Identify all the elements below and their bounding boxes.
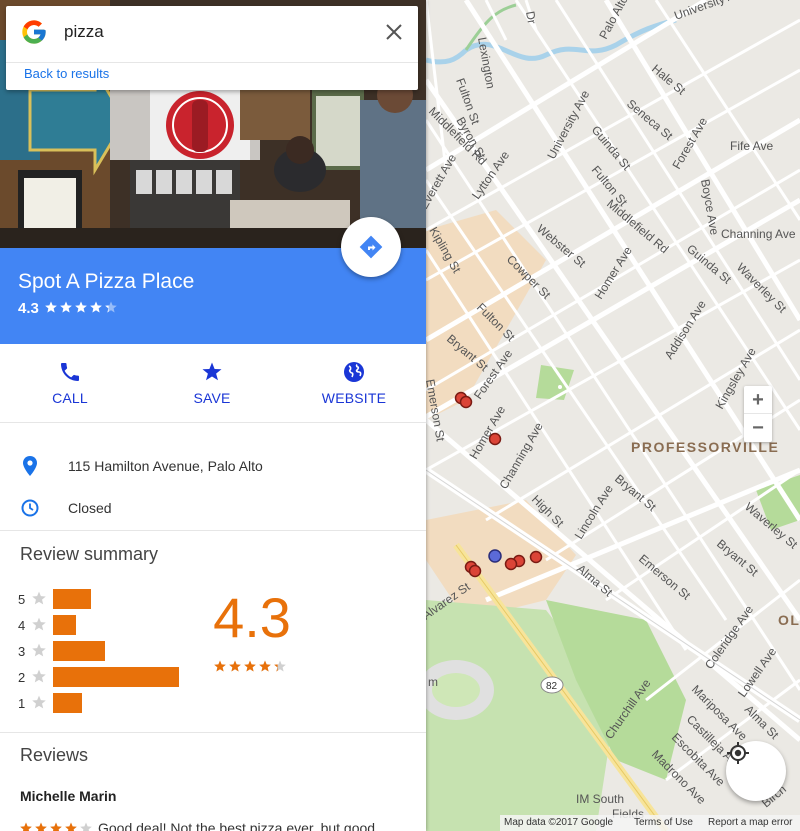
call-label: CALL xyxy=(52,390,88,406)
star-icon xyxy=(32,643,46,657)
star-icon xyxy=(90,301,102,313)
address-text: 115 Hamilton Avenue, Palo Alto xyxy=(68,458,263,474)
header-rating-stars xyxy=(45,301,117,313)
star-icon xyxy=(32,591,46,605)
terms-of-use-link[interactable]: Terms of Use xyxy=(634,817,693,828)
location-pin-icon xyxy=(23,456,37,476)
rating-bar xyxy=(53,693,82,713)
average-rating: 4.3 xyxy=(213,586,291,649)
rating-bar-row: 4 xyxy=(18,615,218,635)
route-number: 82 xyxy=(546,681,558,692)
zoom-control: + − xyxy=(744,386,772,442)
street-label: Fife Ave xyxy=(730,139,773,153)
star-icon xyxy=(244,660,256,672)
star-icon xyxy=(32,695,46,709)
directions-icon xyxy=(359,235,383,259)
street-label: Channing Ave xyxy=(721,227,796,241)
rating-bar xyxy=(53,641,105,661)
search-card: Back to results xyxy=(6,6,418,90)
rating-bar-row: 3 xyxy=(18,641,218,661)
star-icon xyxy=(60,301,72,313)
review-summary-heading: Review summary xyxy=(20,544,159,564)
clock-icon xyxy=(21,499,39,517)
rating-bar xyxy=(53,615,76,635)
website-button[interactable]: WEBSITE xyxy=(299,360,409,406)
rating-bar xyxy=(53,667,179,687)
call-button[interactable]: CALL xyxy=(15,360,125,406)
crosshair-icon xyxy=(727,742,749,764)
search-input[interactable] xyxy=(64,18,364,46)
section-divider xyxy=(0,732,426,733)
street-label: Dr xyxy=(523,10,539,25)
star-icon xyxy=(65,822,77,831)
star-icon xyxy=(229,660,241,672)
website-label: WEBSITE xyxy=(321,390,387,406)
rating-bar-label: 5 xyxy=(18,592,26,607)
street-label: Channing Ave xyxy=(496,420,546,492)
star-icon xyxy=(50,822,62,831)
reviews-heading: Reviews xyxy=(20,745,89,765)
street-label: Homer Ave xyxy=(466,403,508,461)
star-icon xyxy=(105,301,117,313)
rating-bar-label: 1 xyxy=(18,696,26,711)
rating-bar-row: 2 xyxy=(18,667,218,687)
action-bar: CALL SAVE WEBSITE xyxy=(0,344,426,423)
map-footer: Map data ©2017 Google Terms of Use Repor… xyxy=(500,815,800,831)
hours-status: Closed xyxy=(68,500,112,516)
place-title: Spot A Pizza Place xyxy=(18,270,195,293)
map-canvas[interactable]: 82 University Ave Palo Alto Lexington Dr Ful… xyxy=(426,0,800,831)
review-rating-stars xyxy=(20,822,92,831)
place-panel: Back to results Spot A Pizza Place 4.3 C… xyxy=(0,0,426,831)
section-divider xyxy=(0,530,426,531)
star-icon xyxy=(202,362,222,381)
directions-button[interactable] xyxy=(341,217,401,277)
phone-icon xyxy=(61,363,79,381)
rating-bar-label: 4 xyxy=(18,618,26,633)
globe-icon xyxy=(344,362,364,382)
rating-bar-row: 1 xyxy=(18,693,218,713)
street-label: Homer Ave xyxy=(592,244,635,302)
search-bar xyxy=(6,6,418,58)
back-to-results-link[interactable]: Back to results xyxy=(24,66,109,81)
street-label: Coleridge Ave xyxy=(702,602,756,671)
rating-bar-row: 5 xyxy=(18,589,218,609)
close-icon[interactable] xyxy=(382,20,406,44)
place-label: IM South xyxy=(576,792,624,806)
street-label: University Ave xyxy=(672,0,748,23)
star-icon xyxy=(274,660,286,672)
star-icon xyxy=(75,301,87,313)
star-icon xyxy=(80,822,92,831)
search-divider xyxy=(6,62,418,63)
address-row[interactable]: 115 Hamilton Avenue, Palo Alto xyxy=(0,446,426,488)
star-icon xyxy=(45,301,57,313)
my-location-button[interactable] xyxy=(726,741,786,801)
save-button[interactable]: SAVE xyxy=(157,360,267,406)
maps-app: Back to results Spot A Pizza Place 4.3 C… xyxy=(0,0,800,831)
star-icon xyxy=(35,822,47,831)
star-icon xyxy=(32,669,46,683)
average-rating-stars xyxy=(214,660,286,672)
header-rating-value: 4.3 xyxy=(18,300,39,317)
map-data-attribution: Map data ©2017 Google xyxy=(504,817,614,828)
rating-bar xyxy=(53,589,91,609)
star-icon xyxy=(259,660,271,672)
save-label: SAVE xyxy=(193,390,231,406)
zoom-out-button[interactable]: − xyxy=(744,414,772,442)
report-map-error-link[interactable]: Report a map error xyxy=(708,817,792,828)
star-icon xyxy=(20,822,32,831)
street-label: Addison Ave xyxy=(662,298,709,362)
neighborhood-label: OL xyxy=(778,612,800,628)
rating-bar-label: 3 xyxy=(18,644,26,659)
hours-row[interactable]: Closed xyxy=(0,488,426,530)
star-icon xyxy=(214,660,226,672)
zoom-in-button[interactable]: + xyxy=(744,386,772,414)
review-snippet: Good deal! Not the best pizza ever, but … xyxy=(98,820,387,831)
google-logo-icon xyxy=(22,20,46,44)
star-icon xyxy=(32,617,46,631)
reviewer-name[interactable]: Michelle Marin xyxy=(20,788,116,804)
place-label: m xyxy=(428,675,438,689)
rating-bar-label: 2 xyxy=(18,670,26,685)
